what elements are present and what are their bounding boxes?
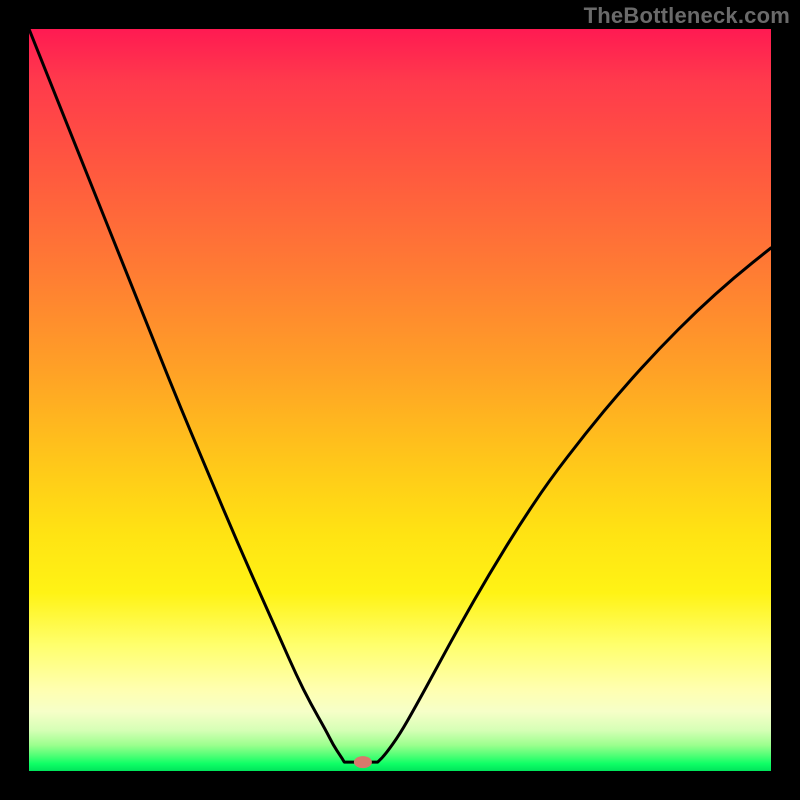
bottleneck-curve: [29, 29, 771, 762]
min-marker: [354, 756, 372, 768]
chart-frame: TheBottleneck.com: [0, 0, 800, 800]
curve-layer: [29, 29, 771, 771]
plot-area: [29, 29, 771, 771]
watermark-text: TheBottleneck.com: [584, 3, 790, 29]
